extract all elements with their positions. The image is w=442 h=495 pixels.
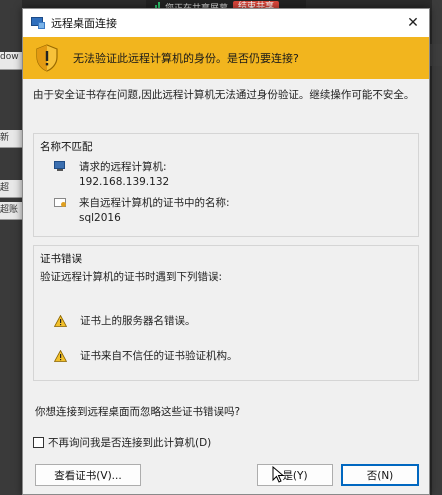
dont-ask-again-checkbox[interactable] [33,437,44,448]
cert-error-item: 证书来自不信任的证书验证机构。 [53,349,238,364]
cert-error-text: 证书来自不信任的证书验证机构。 [80,350,238,362]
computer-icon [54,161,67,172]
group-title: 证书错误 [40,253,82,265]
remote-desktop-dialog: 远程桌面连接 ✕ 无法验证此远程计算机的身份。是否仍要连接? 由于安全证书存在问… [22,8,430,495]
certificate-name-value: sql2016 [79,212,121,224]
background-item: 新 [0,130,22,148]
warning-icon [53,349,68,362]
cert-errors-intro: 验证远程计算机的证书时遇到下列错误: [40,271,223,283]
background-left-strip: dow 新 超 超账 [0,0,22,495]
requested-computer-value: 192.168.139.132 [79,176,170,188]
cert-error-item: 证书上的服务器名错误。 [53,314,196,329]
dont-ask-again-row[interactable]: 不再询问我是否连接到此计算机(D) [33,435,211,450]
remote-desktop-icon [31,17,45,29]
background-item: dow [0,52,22,70]
warning-banner: 无法验证此远程计算机的身份。是否仍要连接? [23,37,429,79]
certificate-errors-group: 证书错误 验证远程计算机的证书时遇到下列错误: 证书上的服务器名错误。 证书来自… [33,245,419,381]
titlebar: 远程桌面连接 ✕ [23,9,429,37]
view-certificate-button[interactable]: 查看证书(V)... [35,464,141,486]
name-mismatch-group: 名称不匹配 请求的远程计算机: 192.168.139.132 来自远程计算机的… [33,133,419,237]
window-title: 远程桌面连接 [51,17,117,30]
connect-question: 你想连接到远程桌面而忽略这些证书错误吗? [35,406,241,418]
background-item: 超账 [0,202,22,220]
cert-error-text: 证书上的服务器名错误。 [80,315,196,327]
certificate-icon [54,197,67,208]
certificate-name-row: 来自远程计算机的证书中的名称: sql2016 [54,196,230,226]
mouse-cursor-icon [272,466,285,483]
yes-button[interactable]: 是(Y) [257,464,333,486]
requested-computer-label: 请求的远程计算机: [79,161,167,173]
shield-warning-icon [35,44,59,72]
banner-message: 无法验证此远程计算机的身份。是否仍要连接? [73,52,299,65]
certificate-name-label: 来自远程计算机的证书中的名称: [79,197,230,209]
warning-icon [53,314,68,327]
requested-computer-row: 请求的远程计算机: 192.168.139.132 [54,160,169,190]
close-button[interactable]: ✕ [405,15,421,31]
group-title: 名称不匹配 [40,141,93,153]
background-item: 超 [0,180,22,198]
intro-text: 由于安全证书存在问题,因此远程计算机无法通过身份验证。继续操作可能不安全。 [33,89,415,101]
dont-ask-again-label[interactable]: 不再询问我是否连接到此计算机(D) [48,435,211,450]
cert-errors-intro-row: 验证远程计算机的证书时遇到下列错误: [40,270,222,285]
no-button[interactable]: 否(N) [341,464,419,486]
background-right-strip [432,0,442,495]
